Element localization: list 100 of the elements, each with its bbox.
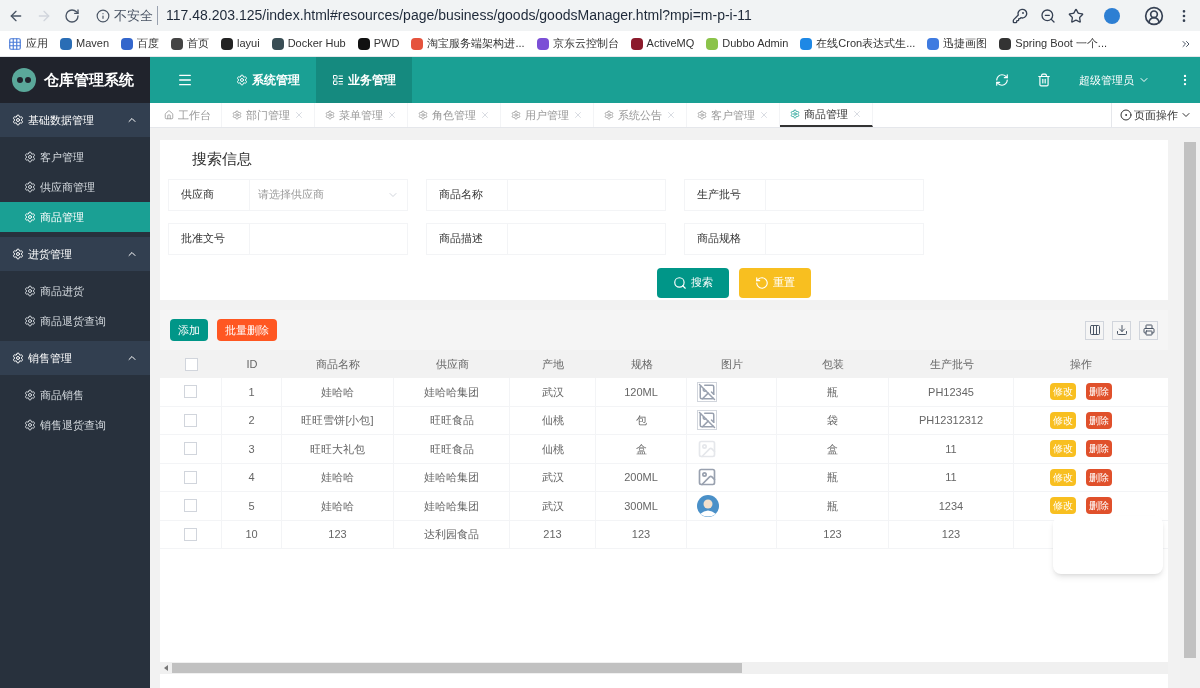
gear-icon: [12, 114, 24, 126]
security-label: 不安全: [114, 5, 158, 26]
sidebar-group[interactable]: 基础数据管理: [0, 103, 150, 137]
sidebar-item[interactable]: 商品退货查询: [0, 306, 150, 336]
table-cell: 娃哈哈集团: [394, 463, 510, 491]
gear-icon: [24, 389, 36, 401]
search-field[interactable]: 生产批号: [684, 178, 924, 211]
search-field[interactable]: 供应商 请选择供应商: [168, 178, 408, 211]
columns-icon: [1088, 324, 1101, 336]
gear-icon: [24, 315, 36, 327]
bookmark-item[interactable]: 淘宝服务端架构进...: [411, 35, 525, 52]
table-cell: 武汉: [510, 378, 596, 406]
delete-button[interactable]: 删除: [1085, 383, 1112, 401]
export-button[interactable]: [1112, 320, 1131, 340]
table-cell: 1234: [889, 492, 1014, 520]
search-button[interactable]: 搜索: [657, 267, 729, 298]
trash-icon[interactable]: [1037, 73, 1051, 87]
checkbox[interactable]: [184, 357, 198, 371]
print-icon: [1142, 324, 1155, 336]
sidebar-item[interactable]: 供应商管理: [0, 172, 150, 202]
table-cell: 10: [222, 520, 282, 548]
download-icon: [1115, 324, 1128, 336]
delete-button[interactable]: 删除: [1085, 411, 1112, 429]
print-button[interactable]: [1139, 320, 1158, 340]
target-icon: [1120, 109, 1132, 121]
checkbox[interactable]: [184, 413, 197, 427]
table-cell: 盒: [596, 435, 687, 463]
bookmark-item[interactable]: Spring Boot 一个...: [999, 35, 1108, 52]
gear-icon: [697, 110, 707, 120]
gear-icon: [24, 211, 36, 223]
gear-icon: [12, 352, 24, 364]
table-cell: 娃哈哈: [282, 463, 394, 491]
page-ops-menu[interactable]: 页面操作: [1111, 103, 1200, 127]
reload-icon[interactable]: [64, 7, 80, 24]
gear-icon: [511, 110, 521, 120]
broken-image-icon: [697, 410, 717, 431]
apps-icon[interactable]: [8, 36, 22, 51]
delete-button[interactable]: 删除: [1085, 440, 1112, 458]
table-cell: 213: [510, 520, 596, 548]
table-cell: 200ML: [596, 463, 687, 491]
delete-button[interactable]: 删除: [1085, 468, 1112, 486]
bookmark-item[interactable]: 京东云控制台: [536, 35, 619, 52]
bookmark-item[interactable]: Maven: [60, 35, 110, 52]
nav-tab[interactable]: 业务管理: [316, 57, 412, 103]
bookmark-item[interactable]: 在线Cron表达式生...: [800, 35, 916, 52]
logo-icon: [12, 68, 36, 92]
bookmark-item[interactable]: 应用: [26, 35, 48, 52]
sidebar-group[interactable]: 进货管理: [0, 237, 150, 271]
star-icon[interactable]: [1068, 7, 1084, 24]
search-icon: [673, 275, 687, 290]
search-title: 搜索信息: [191, 149, 253, 169]
table-cell: 武汉: [510, 463, 596, 491]
bookmark-item[interactable]: ActiveMQ: [630, 35, 695, 52]
table-cell: 11: [889, 435, 1014, 463]
table-cell: 娃哈哈集团: [394, 492, 510, 520]
bookmark-item[interactable]: Dubbo Admin: [706, 35, 789, 52]
search-field[interactable]: 商品描述: [426, 222, 666, 255]
search-field[interactable]: 商品规格: [684, 222, 924, 255]
search-field[interactable]: 商品名称: [426, 178, 666, 211]
table-cell: 袋: [777, 406, 889, 434]
sidebar-item[interactable]: 销售退货查询: [0, 410, 150, 440]
image-icon: [697, 467, 717, 488]
sidebar-item[interactable]: 商品进货: [0, 276, 150, 306]
columns-button[interactable]: [1085, 320, 1104, 340]
sidebar-item[interactable]: 客户管理: [0, 142, 150, 172]
bookmark-item[interactable]: PWD: [357, 35, 400, 52]
bookmark-item[interactable]: layui: [221, 35, 260, 52]
horizontal-scrollbar[interactable]: [172, 663, 742, 673]
refresh-icon[interactable]: [995, 73, 1009, 87]
checkbox[interactable]: [184, 499, 197, 513]
profile-icon[interactable]: [1144, 5, 1164, 26]
sidebar-item[interactable]: 商品销售: [0, 380, 150, 410]
gear-icon: [604, 110, 614, 120]
bookmark-item[interactable]: 迅捷画图: [927, 35, 988, 52]
checkbox[interactable]: [184, 442, 197, 456]
scroll-left-icon[interactable]: [162, 664, 170, 672]
bookmark-item[interactable]: 首页: [171, 35, 210, 52]
gear-icon: [325, 110, 335, 120]
url-text: 117.48.203.125/index.html#resources/page/business/goods/goodsManager.html?mpi=m-p-i-11: [166, 6, 752, 25]
checkbox[interactable]: [184, 527, 197, 541]
home-icon: [164, 110, 174, 120]
key-icon[interactable]: [1012, 7, 1028, 24]
table-cell: 旺旺食品: [394, 435, 510, 463]
bookmark-item[interactable]: 百度: [121, 35, 160, 52]
broken-image-icon: [697, 381, 717, 402]
bookmark-item[interactable]: Docker Hub: [271, 35, 346, 52]
table-cell: 仙桃: [510, 406, 596, 434]
sidebar-group[interactable]: 销售管理: [0, 341, 150, 375]
checkbox[interactable]: [184, 385, 197, 399]
delete-button[interactable]: 删除: [1085, 497, 1112, 515]
table-cell: 娃哈哈集团: [394, 378, 510, 406]
column-header: 供应商: [434, 356, 470, 372]
extension-icon[interactable]: [1104, 7, 1120, 24]
checkbox[interactable]: [184, 470, 197, 484]
zoom-out-icon[interactable]: [1040, 7, 1056, 24]
column-header: 包装: [821, 356, 845, 372]
search-field[interactable]: 批准文号: [168, 222, 408, 255]
vertical-scrollbar[interactable]: [1180, 128, 1200, 688]
table-cell: 123: [889, 520, 1014, 548]
add-button[interactable]: 添加: [170, 319, 208, 341]
